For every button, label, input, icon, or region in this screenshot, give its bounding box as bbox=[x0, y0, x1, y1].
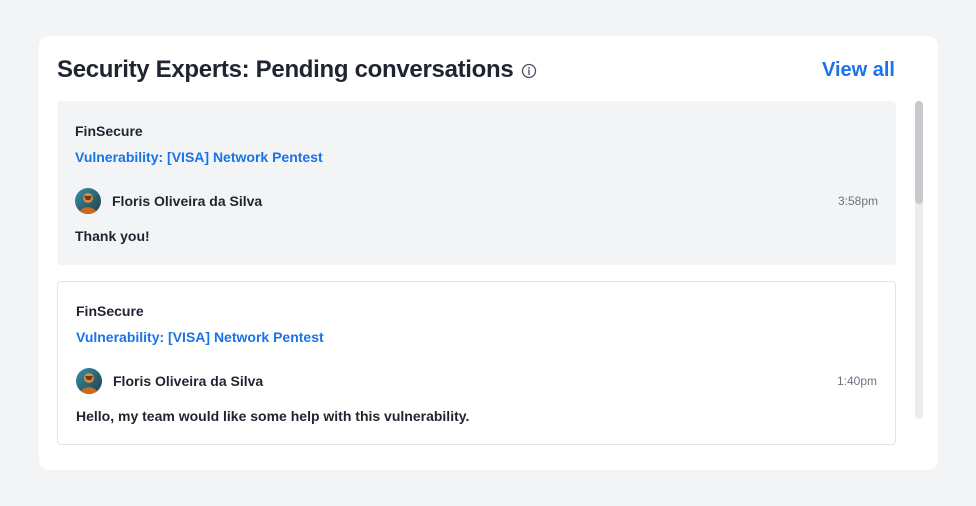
title-group: Security Experts: Pending conversations bbox=[57, 56, 537, 84]
view-all-link[interactable]: View all bbox=[822, 59, 895, 82]
conversation-subject-link[interactable]: Vulnerability: [VISA] Network Pentest bbox=[75, 149, 323, 165]
author-name: Floris Oliveira da Silva bbox=[112, 193, 263, 209]
user-avatar bbox=[76, 368, 102, 394]
conversation-item[interactable]: FinSecure Vulnerability: [VISA] Network … bbox=[57, 281, 896, 445]
card-header: Security Experts: Pending conversations … bbox=[57, 54, 895, 86]
user-avatar bbox=[75, 188, 101, 214]
scrollbar-track[interactable] bbox=[915, 101, 923, 419]
scrollbar-thumb[interactable] bbox=[915, 101, 923, 204]
message-time: 1:40pm bbox=[836, 374, 877, 388]
author-row: Floris Oliveira da Silva 1:40pm bbox=[76, 367, 877, 395]
conversation-item[interactable]: FinSecure Vulnerability: [VISA] Network … bbox=[57, 101, 896, 265]
info-icon[interactable] bbox=[521, 63, 537, 79]
message-preview: Thank you! bbox=[75, 228, 150, 244]
author-name: Floris Oliveira da Silva bbox=[113, 373, 264, 389]
conversation-list[interactable]: FinSecure Vulnerability: [VISA] Network … bbox=[57, 101, 896, 446]
message-time: 3:58pm bbox=[837, 194, 878, 208]
message-preview: Hello, my team would like some help with… bbox=[76, 408, 470, 424]
organization-name: FinSecure bbox=[75, 123, 143, 139]
author-row: Floris Oliveira da Silva 3:58pm bbox=[75, 187, 878, 215]
organization-name: FinSecure bbox=[76, 303, 144, 319]
page-title: Security Experts: Pending conversations bbox=[57, 56, 514, 83]
pending-conversations-card: Security Experts: Pending conversations … bbox=[39, 36, 938, 470]
conversation-subject-link[interactable]: Vulnerability: [VISA] Network Pentest bbox=[76, 329, 324, 345]
